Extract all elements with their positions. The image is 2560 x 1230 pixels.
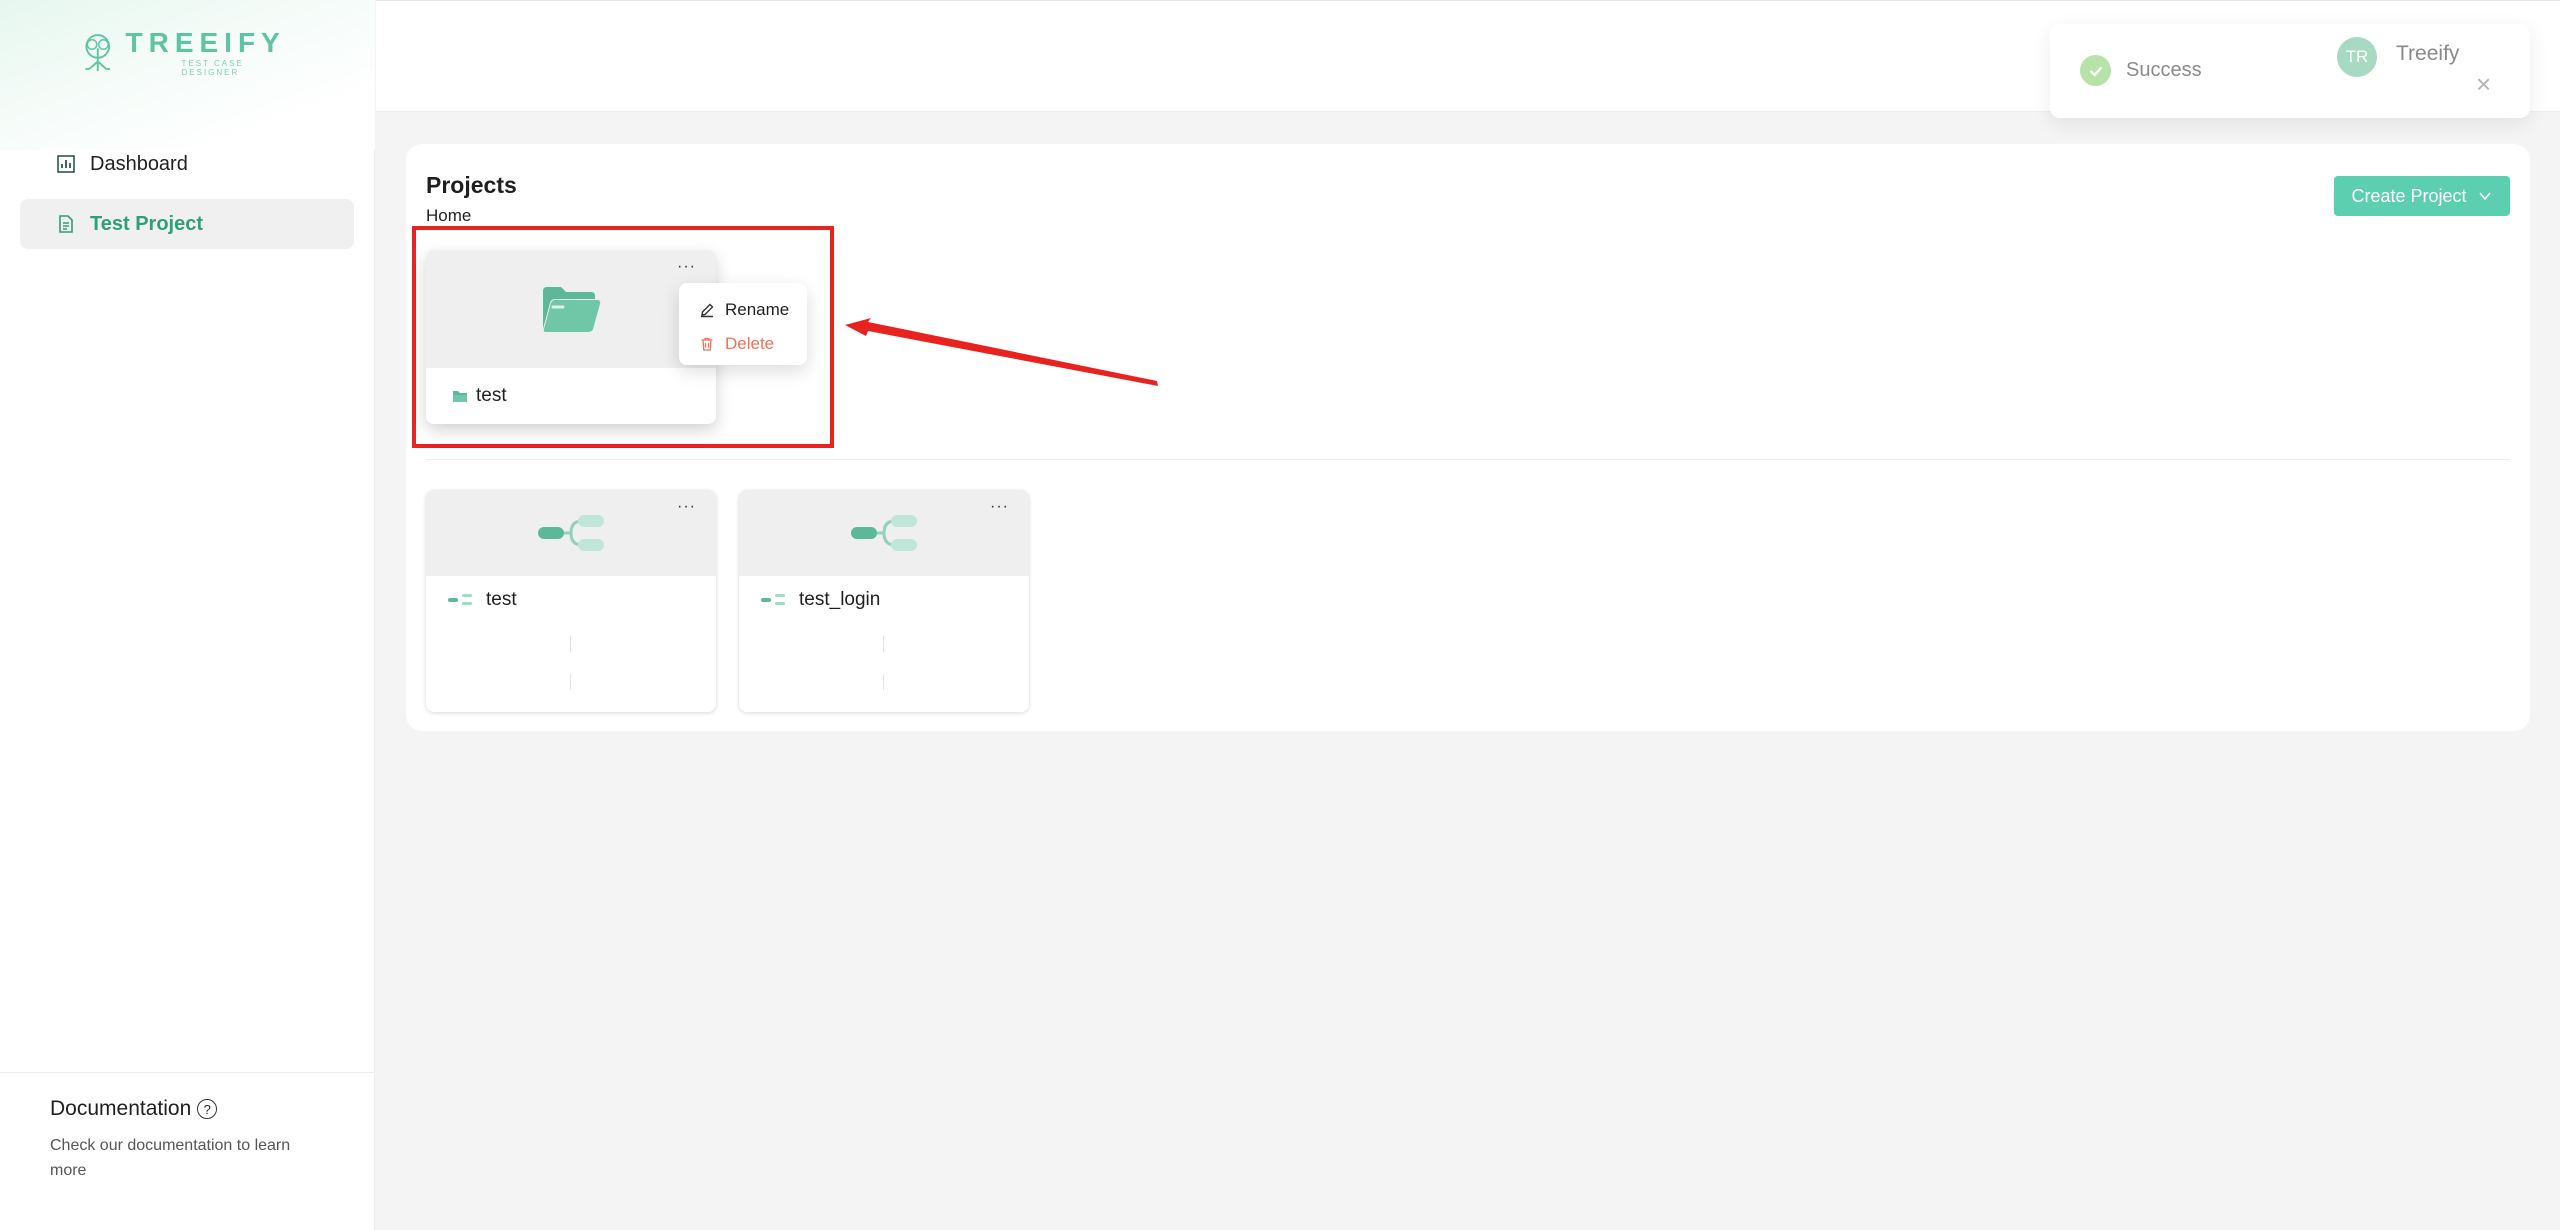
- sidebar-item-test-project[interactable]: Test Project: [20, 199, 354, 249]
- card-footer: [739, 624, 1029, 694]
- app-logo[interactable]: TREEIFY TEST CASE DESIGNER: [76, 28, 296, 78]
- more-options-button[interactable]: ···: [677, 498, 696, 516]
- mindmap-card[interactable]: ··· test: [426, 490, 716, 712]
- sidebar-item-label: Test Project: [90, 212, 203, 235]
- documentation-section: Documentation ? Check our documentation …: [0, 1072, 375, 1230]
- success-toast: Success TR Treeify ×: [2050, 24, 2530, 118]
- mindmap-name-label: test: [486, 589, 517, 610]
- mindmap-card-preview: ···: [739, 490, 1029, 576]
- mindmap-icon: [851, 515, 917, 551]
- user-name[interactable]: Treeify: [2396, 42, 2459, 66]
- small-mindmap-icon: [761, 594, 785, 605]
- close-icon[interactable]: ×: [2476, 71, 2491, 97]
- mindmap-card-preview: ···: [426, 490, 716, 576]
- card-footer: [426, 624, 716, 694]
- annotation-highlight-box: [412, 226, 834, 448]
- bar-chart-icon: [56, 154, 76, 174]
- sidebar-item-dashboard[interactable]: Dashboard: [20, 139, 354, 189]
- mindmap-name-label: test_login: [799, 589, 881, 610]
- footer-separator: [570, 636, 571, 652]
- chevron-down-icon: [2478, 192, 2491, 201]
- footer-separator: [883, 674, 884, 690]
- avatar[interactable]: TR: [2337, 37, 2377, 77]
- page-title: Projects: [426, 172, 517, 198]
- small-mindmap-icon: [448, 594, 472, 605]
- footer-separator: [570, 674, 571, 690]
- create-project-label: Create Project: [2351, 185, 2467, 206]
- help-icon[interactable]: ?: [197, 1099, 218, 1119]
- document-icon: [56, 214, 76, 234]
- tree-logo-icon: [85, 34, 111, 71]
- mindmap-name: test_login: [739, 576, 1029, 624]
- documentation-title: Documentation: [50, 1097, 192, 1120]
- check-circle-icon: [2080, 55, 2111, 86]
- create-project-button[interactable]: Create Project: [2334, 176, 2510, 216]
- logo-title: TREEIFY: [125, 27, 286, 58]
- mindmap-card[interactable]: ··· test_login: [739, 490, 1029, 712]
- footer-separator: [883, 636, 884, 652]
- more-options-button[interactable]: ···: [990, 498, 1009, 516]
- sidebar-item-label: Dashboard: [90, 152, 188, 175]
- sidebar: TREEIFY TEST CASE DESIGNER Dashboard Tes…: [0, 0, 375, 1230]
- mindmap-icon: [538, 515, 604, 551]
- logo-subtitle: TEST CASE DESIGNER: [181, 59, 244, 77]
- section-divider: [426, 459, 2510, 460]
- toast-message: Success: [2126, 59, 2202, 81]
- documentation-description: Check our documentation to learn more: [50, 1137, 291, 1179]
- documentation-link[interactable]: Documentation ?: [50, 1097, 325, 1121]
- mindmap-name: test: [426, 576, 716, 624]
- breadcrumb[interactable]: Home: [426, 206, 471, 226]
